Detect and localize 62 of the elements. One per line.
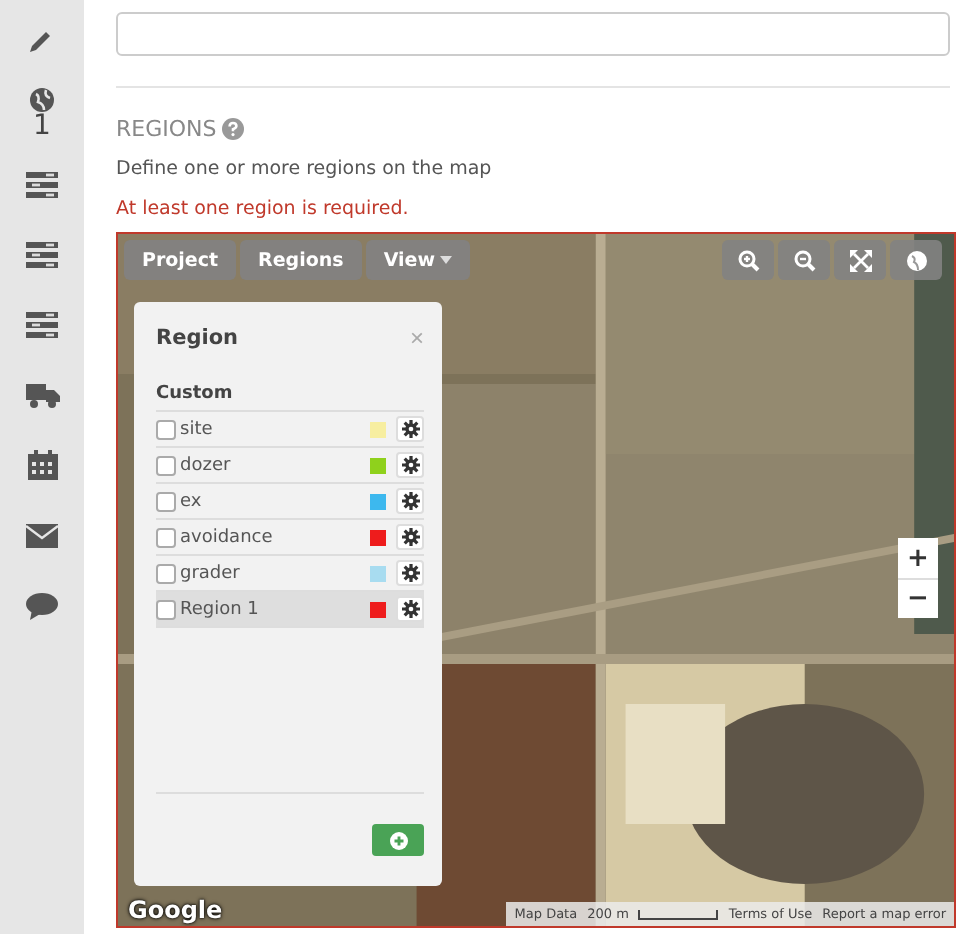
calendar-icon[interactable] <box>27 450 57 480</box>
error-message: At least one region is required. <box>116 198 411 220</box>
count-label: 1 <box>33 114 51 138</box>
region-row[interactable]: site <box>156 412 424 448</box>
plus-icon <box>389 831 407 849</box>
list-icon[interactable] <box>26 312 58 338</box>
region-name: avoidance <box>180 527 275 547</box>
zoom-in-button[interactable] <box>722 240 774 280</box>
panel-title: Region <box>156 325 239 349</box>
globe-icon <box>905 249 927 271</box>
globe-icon[interactable] <box>28 86 56 114</box>
help-icon[interactable] <box>222 118 245 140</box>
section-description: Define one or more regions on the map <box>116 158 494 180</box>
checkbox[interactable] <box>156 419 176 439</box>
region-row[interactable]: Region 1 <box>156 592 424 628</box>
group-label: Custom <box>156 384 424 412</box>
settings-button[interactable] <box>396 452 424 478</box>
checkbox[interactable] <box>156 563 176 583</box>
checkbox[interactable] <box>156 527 176 547</box>
zoom-out-button[interactable]: − <box>898 578 938 618</box>
settings-button[interactable] <box>396 596 424 622</box>
text-field[interactable] <box>116 12 950 56</box>
settings-button[interactable] <box>396 524 424 550</box>
checkbox[interactable] <box>156 455 176 475</box>
gear-icon <box>401 564 419 582</box>
map-menu-button[interactable]: Regions <box>240 240 362 280</box>
add-button[interactable] <box>372 824 424 856</box>
gear-icon <box>401 420 419 438</box>
list-icon[interactable] <box>26 172 58 198</box>
zoom-in-icon <box>737 249 759 271</box>
settings-button[interactable] <box>396 416 424 442</box>
scale-bar-icon <box>638 909 719 919</box>
region-name: grader <box>180 563 242 583</box>
checkbox[interactable] <box>156 599 176 619</box>
fullscreen-icon <box>849 249 871 271</box>
region-row[interactable]: avoidance <box>156 520 424 556</box>
list-icon[interactable] <box>26 242 58 268</box>
truck-icon[interactable] <box>25 382 59 408</box>
zoom-out-icon <box>793 249 815 271</box>
region-row[interactable]: dozer <box>156 448 424 484</box>
map-menu-button[interactable]: View <box>365 240 471 280</box>
gear-icon <box>401 600 419 618</box>
region-name: ex <box>180 491 204 511</box>
region-row[interactable]: ex <box>156 484 424 520</box>
region-name: site <box>180 419 215 439</box>
gear-icon <box>401 492 419 510</box>
section-title: REGIONS <box>116 116 217 142</box>
map-logo: Google <box>128 896 223 924</box>
region-name: Region 1 <box>180 599 261 619</box>
settings-button[interactable] <box>396 488 424 514</box>
globe-button[interactable] <box>890 240 942 280</box>
region-name: dozer <box>180 455 233 475</box>
checkbox[interactable] <box>156 491 176 511</box>
settings-button[interactable] <box>396 560 424 586</box>
envelope-icon[interactable] <box>26 523 58 547</box>
chat-bubble-icon[interactable] <box>26 591 58 619</box>
map-menu-button[interactable]: Project <box>124 240 237 280</box>
gear-icon <box>401 528 419 546</box>
caret-icon <box>440 256 453 264</box>
gear-icon <box>401 456 419 474</box>
zoom-out-button[interactable] <box>778 240 830 280</box>
fullscreen-button[interactable] <box>834 240 886 280</box>
